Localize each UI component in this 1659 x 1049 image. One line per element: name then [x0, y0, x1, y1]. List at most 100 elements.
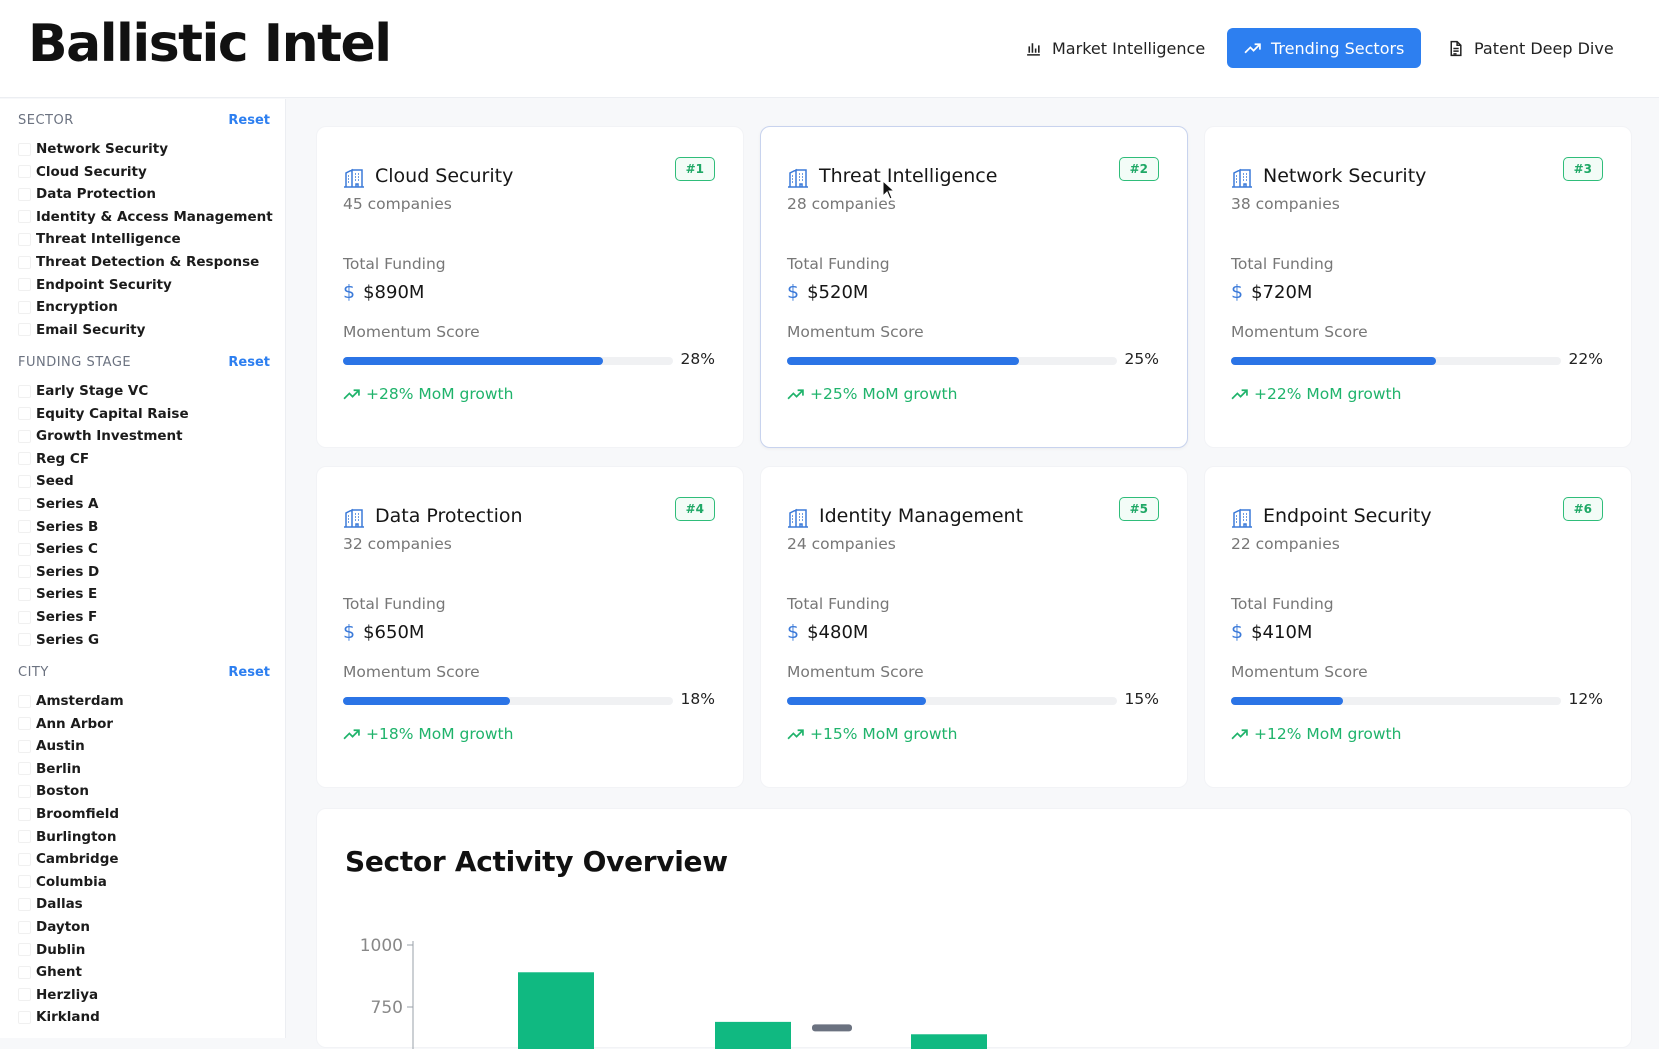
- checkbox[interactable]: [18, 762, 31, 776]
- funding-stage-option[interactable]: Series B: [18, 517, 98, 537]
- sector-card[interactable]: Data Protection #4 32 companies Total Fu…: [316, 466, 744, 788]
- checkbox[interactable]: [18, 165, 31, 179]
- document-icon: [1450, 40, 1462, 56]
- checkbox[interactable]: [18, 717, 31, 731]
- funding-stage-option[interactable]: Reg CF: [18, 449, 89, 469]
- funding-stage-option[interactable]: Early Stage VC: [18, 381, 148, 401]
- city-option[interactable]: Boston: [18, 781, 89, 801]
- nav-market-intelligence[interactable]: Market Intelligence: [1008, 28, 1222, 68]
- checkbox[interactable]: [18, 784, 31, 798]
- checkbox[interactable]: [18, 920, 31, 934]
- filter-sidebar: SECTOR Reset Network Security Cloud Securit…: [0, 99, 286, 1038]
- checkbox[interactable]: [18, 407, 31, 421]
- checkbox[interactable]: [18, 633, 31, 647]
- city-option[interactable]: Kirkland: [18, 1007, 100, 1027]
- funding-stage-option[interactable]: Growth Investment: [18, 426, 183, 446]
- funding-stage-option[interactable]: Series D: [18, 562, 99, 582]
- funding-stage-reset-button[interactable]: Reset: [228, 355, 270, 370]
- checkbox[interactable]: [18, 542, 31, 556]
- building-icon: [344, 168, 364, 188]
- checkbox[interactable]: [18, 452, 31, 466]
- checkbox[interactable]: [18, 610, 31, 624]
- checkbox[interactable]: [18, 587, 31, 601]
- city-reset-button[interactable]: Reset: [228, 665, 270, 680]
- city-option[interactable]: Dallas: [18, 894, 83, 914]
- chart-bar[interactable]: [518, 972, 594, 1049]
- option-label: Series A: [36, 496, 99, 512]
- funding-stage-option[interactable]: Series C: [18, 539, 98, 559]
- city-option[interactable]: Ann Arbor: [18, 714, 113, 734]
- city-option[interactable]: Berlin: [18, 759, 81, 779]
- checkbox[interactable]: [18, 429, 31, 443]
- sector-option[interactable]: Encryption: [18, 297, 118, 317]
- funding-stage-option[interactable]: Series G: [18, 630, 99, 650]
- checkbox[interactable]: [18, 323, 31, 337]
- momentum-percent: 25%: [1124, 350, 1159, 368]
- sector-option[interactable]: Threat Intelligence: [18, 229, 181, 249]
- checkbox[interactable]: [18, 830, 31, 844]
- funding-stage-option[interactable]: Seed: [18, 471, 74, 491]
- sector-activity-chart: 1000 750: [360, 936, 987, 1049]
- chart-bar[interactable]: [812, 1024, 852, 1032]
- chart-bar[interactable]: [715, 1021, 791, 1049]
- checkbox[interactable]: [18, 497, 31, 511]
- nav-patent-deep-dive[interactable]: Patent Deep Dive: [1430, 28, 1631, 68]
- checkbox[interactable]: [18, 897, 31, 911]
- checkbox[interactable]: [18, 142, 31, 156]
- checkbox[interactable]: [18, 565, 31, 579]
- checkbox[interactable]: [18, 965, 31, 979]
- city-option[interactable]: Cambridge: [18, 849, 119, 869]
- checkbox[interactable]: [18, 278, 31, 292]
- nav-label: Trending Sectors: [1271, 38, 1405, 58]
- checkbox[interactable]: [18, 739, 31, 753]
- checkbox[interactable]: [18, 694, 31, 708]
- sector-option[interactable]: Email Security: [18, 320, 145, 340]
- checkbox[interactable]: [18, 875, 31, 889]
- city-option[interactable]: Columbia: [18, 872, 107, 892]
- funding-stage-option[interactable]: Series A: [18, 494, 99, 514]
- city-option[interactable]: Dublin: [18, 940, 85, 960]
- sector-option[interactable]: Network Security: [18, 139, 168, 159]
- sector-card[interactable]: Network Security #3 38 companies Total F…: [1204, 126, 1632, 448]
- checkbox[interactable]: [18, 187, 31, 201]
- checkbox[interactable]: [18, 384, 31, 398]
- sector-card[interactable]: Identity Management #5 24 companies Tota…: [760, 466, 1188, 788]
- checkbox[interactable]: [18, 520, 31, 534]
- checkbox[interactable]: [18, 255, 31, 269]
- city-option[interactable]: Herzliya: [18, 985, 98, 1005]
- sector-option[interactable]: Threat Detection & Response: [18, 252, 259, 272]
- nav-trending-sectors[interactable]: Trending Sectors: [1227, 28, 1422, 68]
- checkbox[interactable]: [18, 988, 31, 1002]
- total-funding-value: $ $650M: [343, 621, 424, 643]
- city-option[interactable]: Ghent: [18, 962, 82, 982]
- building-icon: [788, 168, 808, 188]
- sector-option[interactable]: Cloud Security: [18, 162, 147, 182]
- funding-stage-option[interactable]: Series E: [18, 584, 97, 604]
- trending-up-icon: [1244, 42, 1261, 53]
- funding-stage-option[interactable]: Equity Capital Raise: [18, 404, 189, 424]
- sector-option[interactable]: Identity & Access Management: [18, 207, 273, 227]
- checkbox[interactable]: [18, 807, 31, 821]
- checkbox[interactable]: [18, 1010, 31, 1024]
- checkbox[interactable]: [18, 852, 31, 866]
- sector-card[interactable]: Endpoint Security #6 22 companies Total …: [1204, 466, 1632, 788]
- funding-stage-option[interactable]: Series F: [18, 607, 97, 627]
- city-option[interactable]: Austin: [18, 736, 85, 756]
- checkbox[interactable]: [18, 210, 31, 224]
- chart-bar[interactable]: [911, 1034, 987, 1049]
- city-option[interactable]: Burlington: [18, 827, 116, 847]
- checkbox[interactable]: [18, 300, 31, 314]
- dollar-icon: $: [1231, 621, 1244, 643]
- checkbox[interactable]: [18, 474, 31, 488]
- sector-card[interactable]: Threat Intelligence #2 28 companies Tota…: [760, 126, 1188, 448]
- city-option[interactable]: Amsterdam: [18, 691, 124, 711]
- sector-card[interactable]: Cloud Security #1 45 companies Total Fun…: [316, 126, 744, 448]
- sector-reset-button[interactable]: Reset: [228, 113, 270, 128]
- sector-option[interactable]: Data Protection: [18, 184, 156, 204]
- funding-stage-heading: FUNDING STAGE: [18, 355, 132, 370]
- sector-option[interactable]: Endpoint Security: [18, 275, 172, 295]
- checkbox[interactable]: [18, 943, 31, 957]
- city-option[interactable]: Dayton: [18, 917, 90, 937]
- checkbox[interactable]: [18, 232, 31, 246]
- city-option[interactable]: Broomfield: [18, 804, 119, 824]
